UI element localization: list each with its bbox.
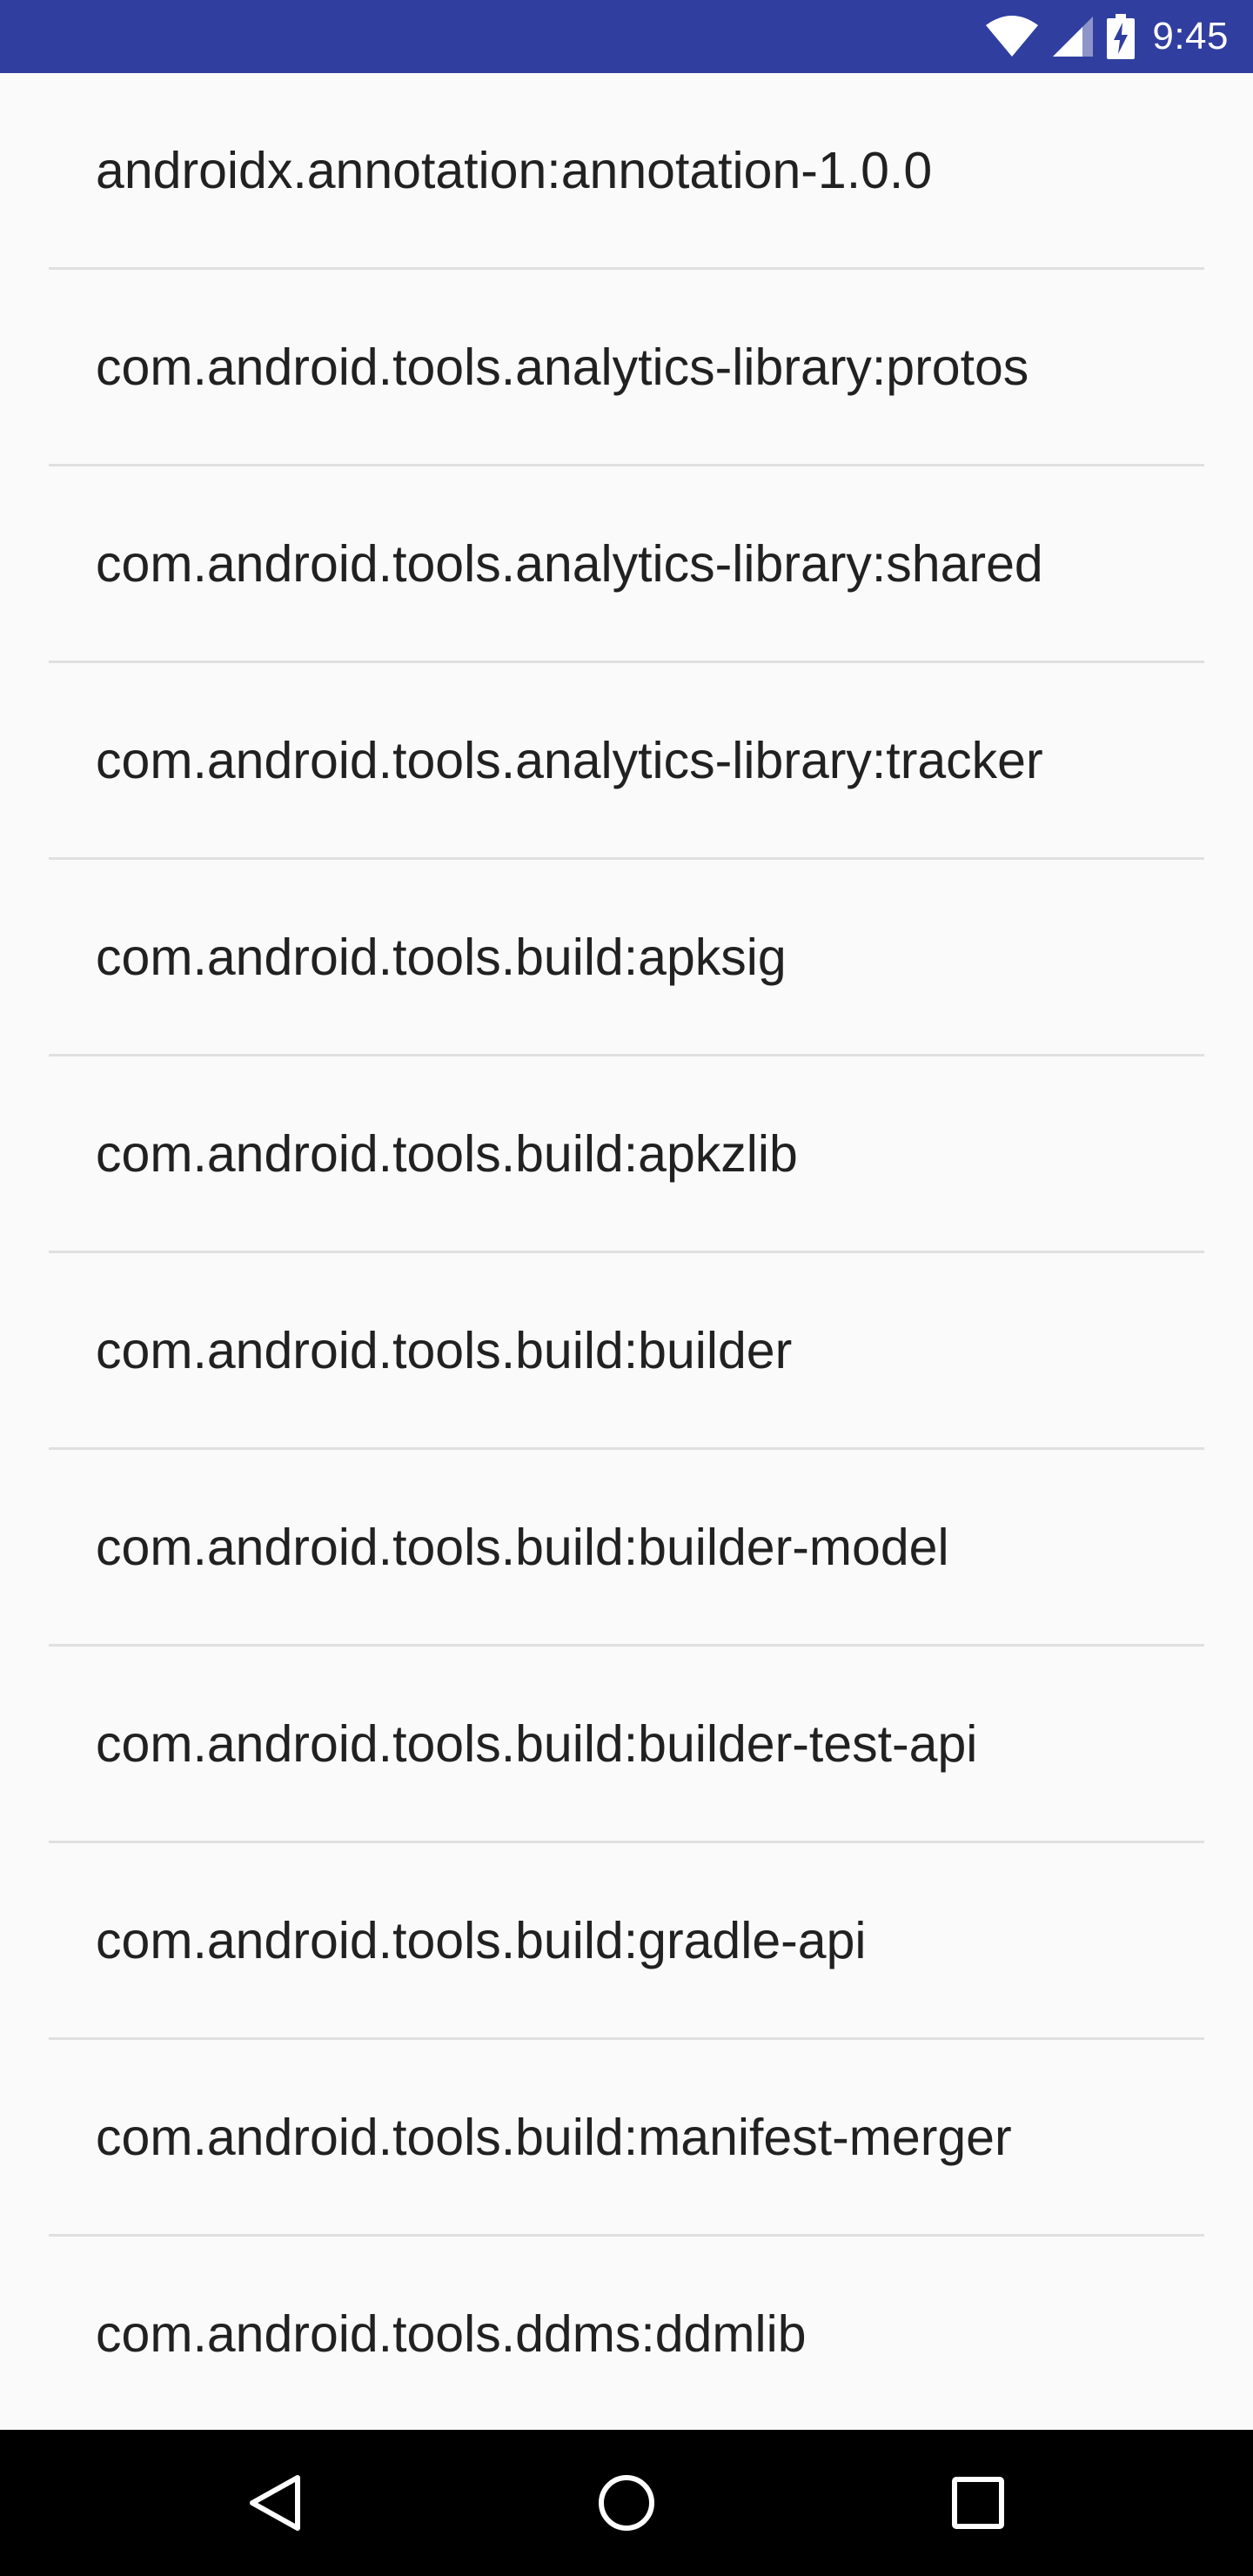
back-icon [247,2472,303,2533]
list-item-label: androidx.annotation:annotation-1.0.0 [96,141,933,199]
list-item-label: com.android.tools.analytics-library:trac… [96,731,1043,789]
list-item[interactable]: com.android.tools.build:builder [49,1253,1204,1450]
home-icon [596,2472,657,2533]
recents-button[interactable] [905,2430,1051,2576]
list-item[interactable]: com.android.tools.build:builder-model [49,1450,1204,1647]
navigation-bar [0,2430,1253,2576]
list-item[interactable]: com.android.tools.ddms:ddmlib [49,2237,1204,2430]
library-list[interactable]: androidx.annotation:annotation-1.0.0 com… [0,73,1253,2430]
list-item[interactable]: com.android.tools.build:builder-test-api [49,1647,1204,1843]
list-item-label: com.android.tools.build:gradle-api [96,1911,867,1969]
cell-signal-icon [1051,15,1095,58]
list-item[interactable]: com.android.tools.build:apkzlib [49,1057,1204,1253]
list-item-label: com.android.tools.analytics-library:prot… [96,338,1029,396]
battery-charging-icon [1107,14,1136,59]
home-button[interactable] [553,2430,700,2576]
list-item[interactable]: com.android.tools.analytics-library:prot… [49,270,1204,466]
status-icons: 9:45 [985,0,1229,73]
list-item-label: com.android.tools.analytics-library:shar… [96,534,1043,593]
list-item[interactable]: com.android.tools.analytics-library:trac… [49,663,1204,860]
list-item[interactable]: com.android.tools.analytics-library:shar… [49,466,1204,663]
list-item-label: com.android.tools.ddms:ddmlib [96,2304,807,2363]
list-item[interactable]: com.android.tools.build:manifest-merger [49,2040,1204,2237]
back-button[interactable] [202,2430,348,2576]
list-item-label: com.android.tools.build:builder [96,1321,793,1379]
list-item-label: com.android.tools.build:apkzlib [96,1124,798,1183]
wifi-icon [985,15,1039,58]
list-item-label: com.android.tools.build:manifest-merger [96,2108,1012,2166]
status-clock: 9:45 [1152,15,1229,57]
list-item-label: com.android.tools.build:builder-test-api [96,1714,978,1773]
list-item[interactable]: com.android.tools.build:gradle-api [49,1843,1204,2040]
list-item[interactable]: com.android.tools.build:apksig [49,860,1204,1057]
list-item-label: com.android.tools.build:apksig [96,928,787,986]
list-item-label: com.android.tools.build:builder-model [96,1518,949,1576]
list-item[interactable]: androidx.annotation:annotation-1.0.0 [49,73,1204,270]
recents-icon [951,2476,1005,2530]
status-bar: 9:45 [0,0,1253,73]
